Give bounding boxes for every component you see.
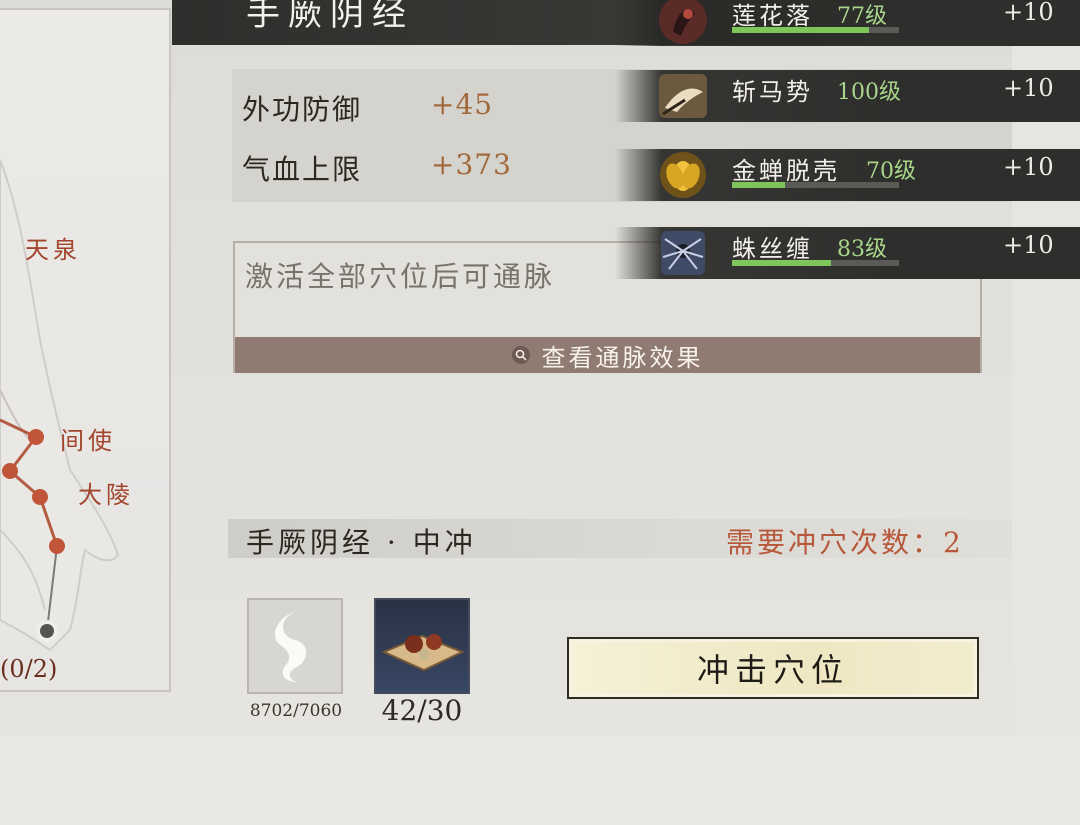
skill-level: 70级 (866, 159, 916, 184)
medicine-item-count: 42/30 (381, 694, 463, 727)
meridian-title: 手厥阴经 (246, 0, 414, 34)
arm-illustration (0, 159, 120, 652)
skill-progress-bar (732, 27, 899, 33)
skill-row-lianhualuo[interactable]: 莲花落 77级 +10 (615, 0, 1080, 46)
skill-progress-bar (732, 182, 899, 188)
qi-item-slot[interactable] (247, 598, 343, 694)
golden-cicada-skill-icon (655, 149, 711, 201)
acupoint-label-daling: 大陵 (78, 481, 134, 509)
break-acupoint-button[interactable]: 冲击穴位 (567, 637, 979, 699)
skill-progress-fill (732, 260, 831, 266)
skill-level: 100级 (837, 80, 901, 105)
medicine-pills-icon (381, 634, 465, 672)
skill-level: 77级 (837, 4, 887, 29)
skill-bonus: +10 (1003, 231, 1054, 259)
outer-margin-bottom (0, 736, 1080, 825)
stat-value-hp-limit: +373 (431, 148, 512, 181)
medicine-item-slot[interactable] (374, 598, 470, 694)
skill-progress-fill (732, 182, 786, 188)
spider-skill-icon (655, 227, 711, 279)
tongmai-hint: 激活全部穴位后可通脉 (245, 260, 556, 293)
skill-row-zhanmashi[interactable]: 斩马势 100级 +10 (615, 70, 1080, 122)
acupoint-jianshi-marker[interactable] (28, 429, 44, 445)
acupoint-marker[interactable] (49, 538, 65, 554)
skill-progress-bar (732, 260, 899, 266)
skill-level: 83级 (837, 237, 887, 262)
search-icon (511, 346, 530, 364)
skill-bonus: +10 (1003, 74, 1054, 102)
view-tongmai-effect-button[interactable]: 查看通脉效果 (235, 337, 980, 373)
skill-row-zhusichan[interactable]: 蛛丝缠 83级 +10 (615, 227, 1080, 279)
stat-name-external-defense: 外功防御 (242, 93, 363, 126)
acupoint-label-jianshi: 间使 (60, 427, 116, 455)
skill-bonus: +10 (1003, 153, 1054, 181)
qi-item-count: 8702/7060 (249, 701, 343, 721)
acupoint-title: 手厥阴经 · 中冲 (246, 526, 477, 559)
acupoint-label-tianquan: 天泉 (25, 236, 81, 264)
acupoint-requirement: 需要冲穴次数：2 (726, 526, 964, 559)
meridian-map-panel[interactable]: 天泉 间使 大陵 (0/2) (0, 8, 171, 692)
skill-row-jinchantuoke[interactable]: 金蝉脱壳 70级 +10 (615, 149, 1080, 201)
view-tongmai-effect-label: 查看通脉效果 (541, 343, 704, 372)
qi-swirl-icon (274, 612, 307, 682)
map-progress-count: (0/2) (0, 655, 58, 683)
skill-bonus: +10 (1003, 0, 1054, 26)
horse-blade-skill-icon (655, 70, 711, 122)
stat-value-external-defense: +45 (431, 88, 494, 121)
skill-name: 斩马势 (732, 78, 813, 106)
break-acupoint-label: 冲击穴位 (696, 651, 849, 689)
stat-name-hp-limit: 气血上限 (242, 153, 363, 186)
acupoint-daling-marker[interactable] (32, 489, 48, 505)
acupoint-zhongchong-marker[interactable] (36, 620, 58, 642)
skill-progress-fill (732, 27, 869, 33)
acupoint-info-strip: 手厥阴经 · 中冲 需要冲穴次数：2 (228, 519, 1012, 559)
skill-name: 蛛丝缠 (732, 235, 813, 263)
lotus-skill-icon (655, 0, 711, 46)
skill-name: 金蝉脱壳 (732, 157, 840, 185)
acupoint-marker[interactable] (2, 463, 18, 479)
